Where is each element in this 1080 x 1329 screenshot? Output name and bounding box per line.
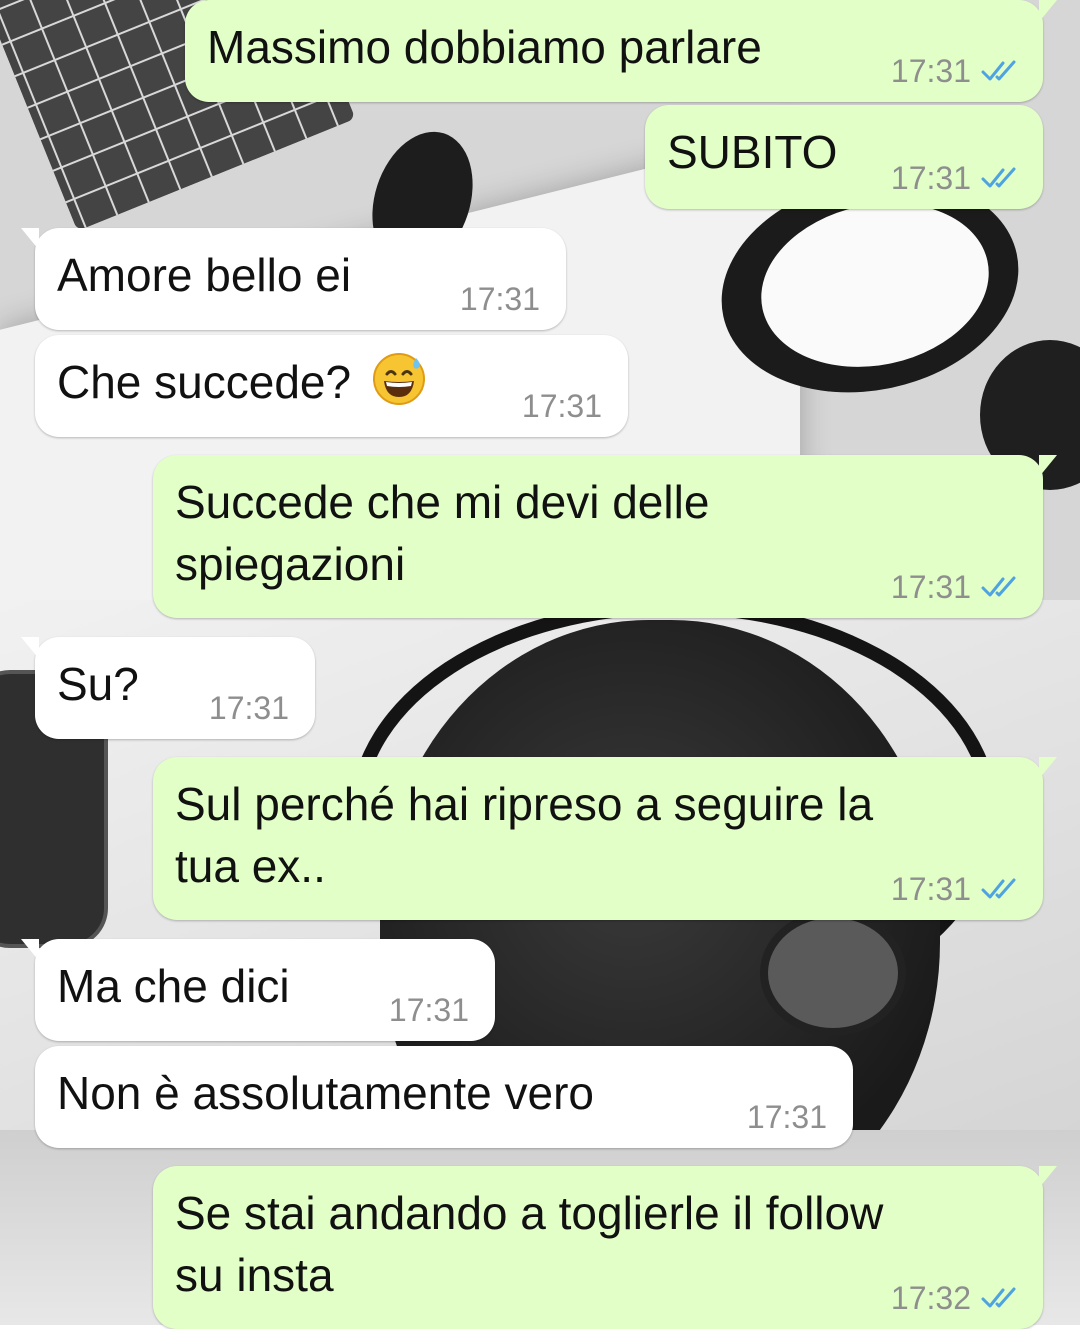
message-time: 17:31 bbox=[890, 53, 971, 89]
message-bubble-outgoing[interactable]: Succede che mi devi delle spiegazioni 17… bbox=[153, 455, 1057, 618]
message-bubble-outgoing[interactable]: Se stai andando a toglierle il follow su… bbox=[153, 1166, 1057, 1329]
message-meta: 17:31 bbox=[891, 54, 1021, 88]
message-meta: 17:31 bbox=[209, 691, 289, 725]
double-check-read-icon bbox=[981, 1287, 1016, 1308]
message-bubble-incoming[interactable]: Amore bello ei 17:31 bbox=[21, 228, 566, 330]
message-meta: 17:31 bbox=[747, 1100, 827, 1134]
message-text: SUBITO bbox=[667, 126, 838, 178]
message-time: 17:31 bbox=[890, 160, 971, 196]
message-text: Se stai andando a toglierle il follow su… bbox=[175, 1187, 884, 1301]
message-text: Succede che mi devi delle spiegazioni bbox=[175, 476, 710, 590]
message-time: 17:31 bbox=[890, 871, 971, 907]
message-meta: 17:31 bbox=[891, 570, 1021, 604]
message-text: Che succede? bbox=[57, 356, 352, 408]
message-bubble-outgoing[interactable]: Massimo dobbiamo parlare 17:31 bbox=[185, 0, 1057, 102]
message-text: Ma che dici bbox=[57, 960, 290, 1012]
message-time: 17:31 bbox=[890, 569, 971, 605]
grinning-face-with-sweat-icon bbox=[372, 353, 425, 405]
double-check-read-icon bbox=[981, 60, 1016, 81]
message-meta: 17:32 bbox=[891, 1281, 1021, 1315]
message-meta: 17:31 bbox=[891, 161, 1021, 195]
double-check-read-icon bbox=[981, 167, 1016, 188]
message-text: Sul perché hai ripreso a seguire la tua … bbox=[175, 778, 874, 892]
message-bubble-outgoing[interactable]: Sul perché hai ripreso a seguire la tua … bbox=[153, 757, 1057, 920]
message-meta: 17:31 bbox=[460, 282, 540, 316]
message-text: Su? bbox=[57, 658, 139, 710]
message-meta: 17:31 bbox=[522, 389, 602, 423]
message-time: 17:31 bbox=[521, 388, 602, 424]
message-bubble-outgoing[interactable]: SUBITO 17:31 bbox=[645, 105, 1043, 209]
double-check-read-icon bbox=[981, 878, 1016, 899]
message-bubble-incoming[interactable]: Che succede? 17:31 bbox=[35, 335, 628, 437]
message-time: 17:31 bbox=[459, 281, 540, 317]
message-time: 17:31 bbox=[208, 690, 289, 726]
message-time: 17:31 bbox=[388, 992, 469, 1028]
message-meta: 17:31 bbox=[389, 993, 469, 1027]
message-text: Massimo dobbiamo parlare bbox=[207, 21, 762, 73]
double-check-read-icon bbox=[981, 576, 1016, 597]
message-bubble-incoming[interactable]: Ma che dici 17:31 bbox=[21, 939, 495, 1041]
message-text: Non è assolutamente vero bbox=[57, 1067, 594, 1119]
chat-message-list[interactable]: Massimo dobbiamo parlare 17:31 SUBITO 17… bbox=[0, 0, 1080, 1329]
message-meta: 17:31 bbox=[891, 872, 1021, 906]
message-bubble-incoming[interactable]: Non è assolutamente vero 17:31 bbox=[35, 1046, 853, 1148]
message-text: Amore bello ei bbox=[57, 249, 352, 301]
message-time: 17:32 bbox=[890, 1280, 971, 1316]
message-time: 17:31 bbox=[746, 1099, 827, 1135]
message-bubble-incoming[interactable]: Su? 17:31 bbox=[21, 637, 315, 739]
